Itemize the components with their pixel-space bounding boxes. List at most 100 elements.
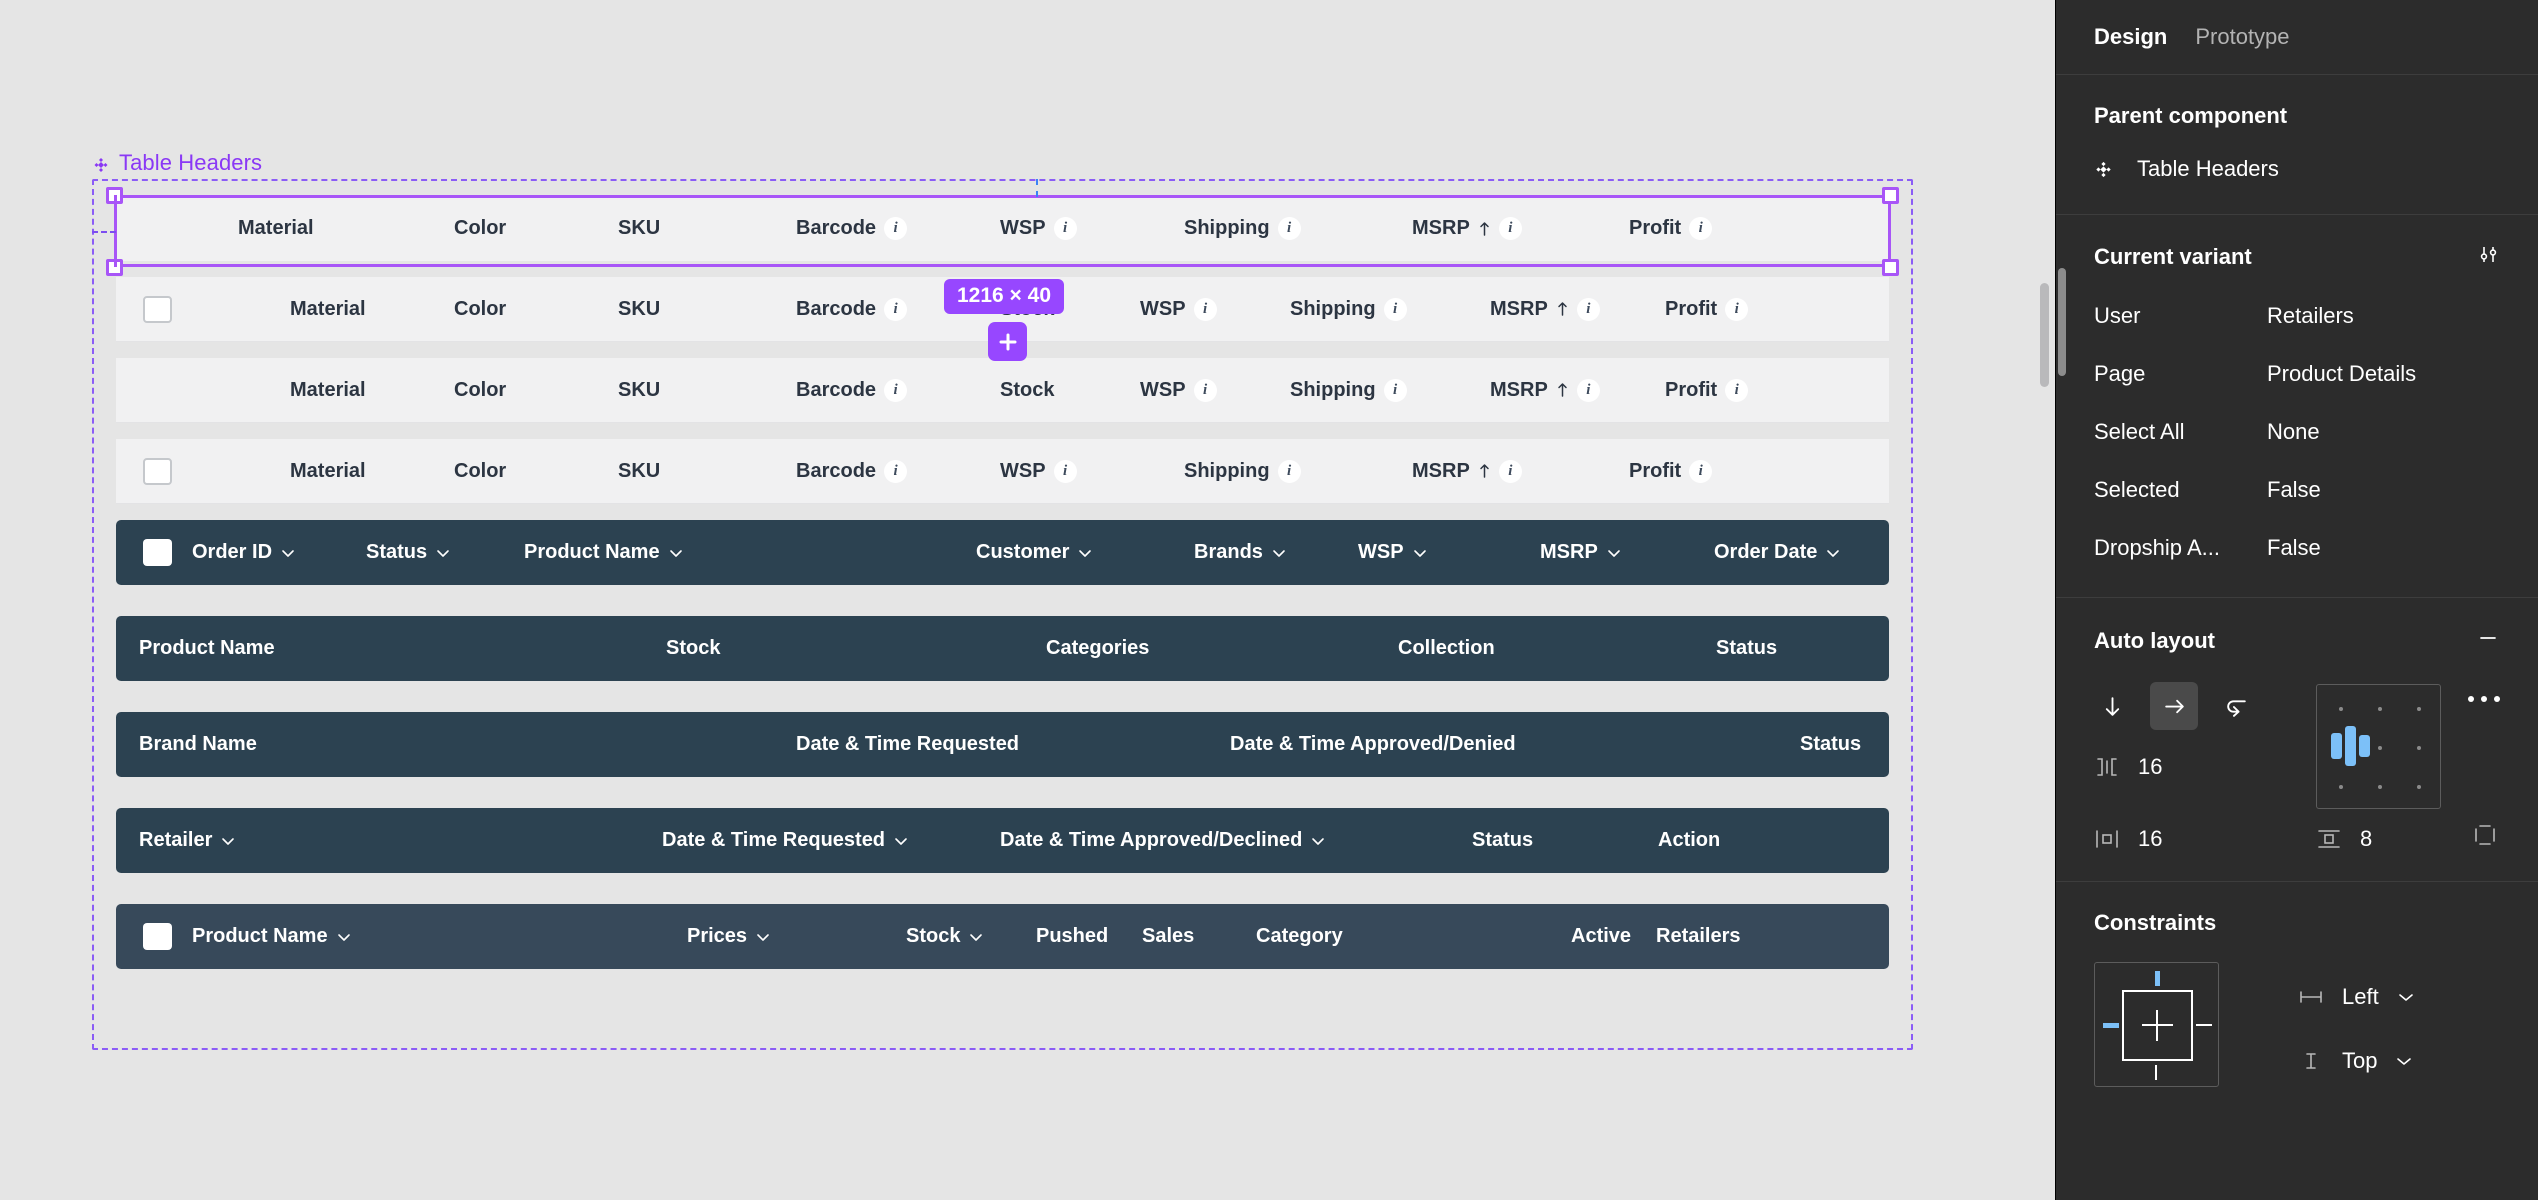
info-icon[interactable]: i xyxy=(1383,297,1407,321)
info-icon[interactable]: i xyxy=(1193,297,1217,321)
gap-between-items-field[interactable]: 16 xyxy=(2094,754,2162,780)
table-header-row[interactable]: Material Color SKU Barcode i WSP i Shipping i MSR… xyxy=(116,196,1889,261)
column-header-cell[interactable]: Status xyxy=(1716,637,1777,660)
variant-property-value[interactable]: Product Details xyxy=(2267,361,2416,387)
column-header-cell[interactable]: Barcode i xyxy=(796,297,908,321)
variant-property-row[interactable]: User Retailers xyxy=(2094,303,2500,329)
column-header-cell[interactable]: SKU xyxy=(618,217,660,240)
info-icon[interactable]: i xyxy=(1498,217,1522,240)
column-header-cell[interactable]: Color xyxy=(454,298,506,321)
align-dot-top-left[interactable] xyxy=(2339,707,2343,711)
constraint-tick-left[interactable] xyxy=(2103,1023,2119,1028)
column-header-cell[interactable]: WSP i xyxy=(1000,217,1077,240)
variant-settings-icon[interactable] xyxy=(2478,243,2500,271)
info-icon[interactable]: i xyxy=(1689,459,1713,483)
remove-auto-layout-icon[interactable] xyxy=(2476,626,2500,656)
column-header-cell[interactable]: Date & Time Requested xyxy=(796,733,1019,756)
column-header-cell[interactable]: Material xyxy=(290,379,366,402)
direction-vertical-button[interactable] xyxy=(2088,682,2136,730)
column-header-cell[interactable]: Color xyxy=(454,217,506,240)
column-header-cell[interactable]: SKU xyxy=(618,379,660,402)
column-header-cell[interactable]: Product Name xyxy=(524,541,684,564)
column-header-cell[interactable]: Material xyxy=(290,460,366,483)
column-header-cell[interactable]: Date & Time Requested xyxy=(662,829,909,852)
info-icon[interactable]: i xyxy=(1576,378,1600,402)
constraints-grid[interactable] xyxy=(2094,962,2219,1087)
info-icon[interactable]: i xyxy=(884,217,908,240)
direction-horizontal-button[interactable] xyxy=(2150,682,2198,730)
align-dot-bottom-right[interactable] xyxy=(2417,785,2421,789)
align-dot-middle-right[interactable] xyxy=(2417,746,2421,750)
insert-plus-cursor[interactable] xyxy=(988,322,1027,361)
column-header-cell[interactable]: Action xyxy=(1658,829,1720,852)
table-header-row[interactable]: Retailer Date & Time Requested Date & Time… xyxy=(116,808,1889,873)
column-header-cell[interactable]: Stock xyxy=(906,925,984,948)
horizontal-constraint-field[interactable]: Left xyxy=(2298,984,2415,1010)
column-header-cell[interactable]: Color xyxy=(454,460,506,483)
table-header-row[interactable]: Brand Name Date & Time Requested Date & Ti… xyxy=(116,712,1889,777)
column-header-cell[interactable]: WSP xyxy=(1358,541,1428,564)
variant-property-value[interactable]: None xyxy=(2267,419,2320,445)
info-icon[interactable]: i xyxy=(884,297,908,321)
parent-component-row[interactable]: Table Headers xyxy=(2094,156,2500,182)
column-header-cell[interactable]: SKU xyxy=(618,460,660,483)
column-header-cell[interactable]: Collection xyxy=(1398,637,1495,660)
align-dot-bottom-left[interactable] xyxy=(2339,785,2343,789)
column-header-cell[interactable]: Material xyxy=(290,298,366,321)
column-header-cell[interactable]: Profit i xyxy=(1665,297,1749,321)
info-icon[interactable]: i xyxy=(1383,378,1407,402)
clip-content-toggle[interactable] xyxy=(2472,822,2498,853)
column-header-cell[interactable]: Barcode i xyxy=(796,217,908,240)
column-header-cell[interactable]: Retailers xyxy=(1656,925,1741,948)
table-header-row[interactable]: Product Name Stock Categories Collection Sta… xyxy=(116,616,1889,681)
info-icon[interactable]: i xyxy=(1193,378,1217,402)
column-header-cell[interactable]: Retailer xyxy=(139,829,236,852)
select-all-checkbox[interactable] xyxy=(143,457,172,485)
constraint-tick-right[interactable] xyxy=(2196,1024,2212,1026)
variant-property-row[interactable]: Selected False xyxy=(2094,477,2500,503)
column-header-cell[interactable]: Profit i xyxy=(1665,378,1749,402)
column-header-cell[interactable]: Product Name xyxy=(139,637,275,660)
vertical-constraint-field[interactable]: Top xyxy=(2298,1048,2413,1074)
column-header-cell[interactable]: MSRP i xyxy=(1412,217,1522,240)
info-icon[interactable]: i xyxy=(1277,217,1301,240)
column-header-cell[interactable]: WSP i xyxy=(1000,459,1077,483)
column-header-cell[interactable]: Material xyxy=(238,217,314,240)
info-icon[interactable]: i xyxy=(1725,297,1749,321)
variant-property-value[interactable]: False xyxy=(2267,535,2321,561)
column-header-cell[interactable]: Barcode i xyxy=(796,459,908,483)
select-all-checkbox[interactable] xyxy=(143,923,172,950)
info-icon[interactable]: i xyxy=(1277,459,1301,483)
variant-property-value[interactable]: False xyxy=(2267,477,2321,503)
column-header-cell[interactable]: Brands xyxy=(1194,541,1287,564)
auto-layout-more-options[interactable] xyxy=(2468,696,2500,702)
variant-property-row[interactable]: Dropship A... False xyxy=(2094,535,2500,561)
column-header-cell[interactable]: Stock xyxy=(1000,379,1054,402)
constraint-tick-bottom[interactable] xyxy=(2155,1065,2157,1080)
column-header-cell[interactable]: Brand Name xyxy=(139,733,257,756)
panel-vertical-scrollbar[interactable] xyxy=(2058,268,2066,376)
column-header-cell[interactable]: Customer xyxy=(976,541,1093,564)
design-canvas[interactable]: Table Headers Material Color SKU Barcode i WS… xyxy=(0,0,2055,1200)
column-header-cell[interactable]: Barcode i xyxy=(796,378,908,402)
info-icon[interactable]: i xyxy=(1498,459,1522,483)
column-header-cell[interactable]: Shipping i xyxy=(1184,459,1301,483)
column-header-cell[interactable]: Status xyxy=(1472,829,1533,852)
selection-handle-bottom-right[interactable] xyxy=(1882,259,1899,276)
table-header-row[interactable]: Material Color SKU Barcode i WSP i Shipping i MSR… xyxy=(116,439,1889,504)
column-header-cell[interactable]: Shipping i xyxy=(1184,217,1301,240)
table-header-row[interactable]: MaterialColorSKUBarcodeiStockWSPiShippin… xyxy=(116,358,1889,423)
column-header-cell[interactable]: Prices xyxy=(687,925,771,948)
info-icon[interactable]: i xyxy=(1053,459,1077,483)
column-header-cell[interactable]: WSP i xyxy=(1140,297,1217,321)
column-header-cell[interactable]: Stock xyxy=(666,637,720,660)
selection-handle-top-right[interactable] xyxy=(1882,187,1899,204)
info-icon[interactable]: i xyxy=(1725,378,1749,402)
column-header-cell[interactable]: Product Name xyxy=(192,925,352,948)
column-header-cell[interactable]: Status xyxy=(1800,733,1861,756)
column-header-cell[interactable]: Active xyxy=(1571,925,1631,948)
align-dot-top-right[interactable] xyxy=(2417,707,2421,711)
info-icon[interactable]: i xyxy=(884,459,908,483)
column-header-cell[interactable]: WSP i xyxy=(1140,378,1217,402)
align-dot-bottom-center[interactable] xyxy=(2378,785,2382,789)
